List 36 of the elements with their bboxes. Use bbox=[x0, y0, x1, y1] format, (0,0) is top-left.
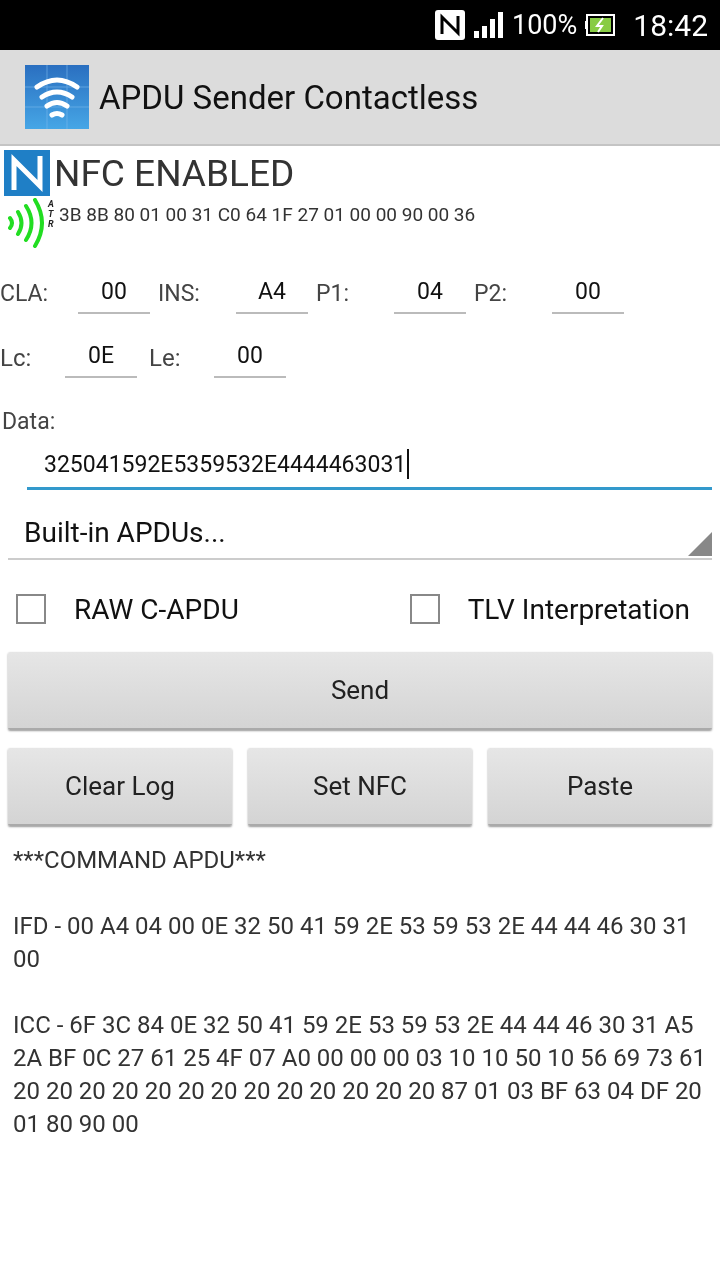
hex-field[interactable]: 00 bbox=[78, 270, 150, 314]
nfc-logo-icon bbox=[4, 150, 50, 196]
dropdown-arrow-icon bbox=[688, 532, 712, 556]
signal-icon bbox=[473, 12, 504, 38]
checkbox-option[interactable]: RAW C-APDU bbox=[0, 592, 239, 626]
nfc-status: NFC ENABLED bbox=[54, 151, 295, 195]
checkbox-option[interactable]: TLV Interpretation bbox=[393, 592, 720, 626]
clock: 18:42 bbox=[633, 7, 708, 43]
atr-label: ATR bbox=[48, 200, 55, 230]
hex-field[interactable]: 00 bbox=[214, 334, 286, 378]
apdu-dropdown[interactable]: Built-in APDUs... bbox=[8, 506, 712, 560]
field-label: Lc: bbox=[0, 343, 33, 372]
action-button[interactable]: Paste bbox=[488, 748, 712, 826]
data-field[interactable]: 325041592E5359532E4444463031 bbox=[27, 441, 712, 490]
action-button[interactable]: Set NFC bbox=[248, 748, 472, 826]
battery-icon bbox=[585, 14, 616, 36]
field-label: CLA: bbox=[0, 279, 50, 307]
field-label: P2: bbox=[474, 279, 508, 307]
app-icon bbox=[25, 65, 89, 129]
data-label: Data: bbox=[2, 408, 57, 435]
hex-field[interactable]: 0E bbox=[65, 334, 137, 378]
atr-value: 3B 8B 80 01 00 31 C0 64 1F 27 01 00 00 90 00 36 bbox=[59, 203, 476, 226]
hex-field[interactable]: A4 bbox=[236, 270, 308, 314]
battery-level: 100% bbox=[511, 9, 578, 41]
field-label: P1: bbox=[316, 279, 350, 307]
nfc-icon bbox=[433, 9, 466, 41]
send-button[interactable]: Send bbox=[8, 652, 712, 730]
log-entry: ***COMMAND APDU*** bbox=[13, 845, 267, 876]
hex-field[interactable]: 04 bbox=[394, 270, 466, 314]
app-title: APDU Sender Contactless bbox=[99, 77, 479, 117]
action-button[interactable]: Clear Log bbox=[8, 748, 232, 826]
log-entry: ICC - 6F 3C 84 0E 32 50 41 59 2E 53 59 53 2E 44 44 46 30 31 A5 2A BF 0C 27 61 25 4F 07 A0 00 00 00 03 10 10 50 10 56 69 73 61 20 20 20 20 20 20 20 20 20 20 20 20 20 87 01 03 BF 63 04 DF 20 01 80 90 00 bbox=[13, 1010, 707, 1140]
field-label: INS: bbox=[158, 279, 201, 307]
log-entry: IFD - 00 A4 04 00 0E 32 50 41 59 2E 53 59 53 2E 44 44 46 30 31 00 bbox=[13, 911, 691, 975]
field-label: Le: bbox=[149, 343, 182, 372]
hex-field[interactable]: 00 bbox=[552, 270, 624, 314]
